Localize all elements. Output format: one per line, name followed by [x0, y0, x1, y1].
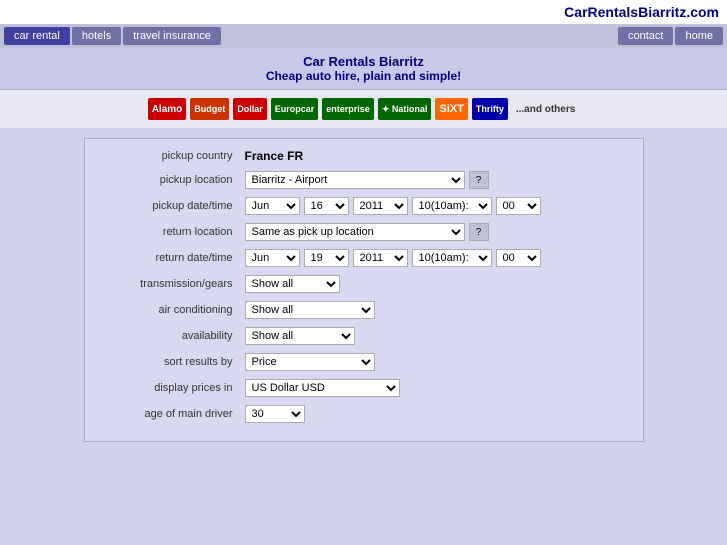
brand-sixt[interactable]: SiXT	[435, 98, 467, 120]
brand-enterprise[interactable]: enterprise	[322, 98, 374, 120]
currency-select[interactable]: US Dollar USD	[245, 379, 400, 397]
return-day-select[interactable]: 19	[304, 249, 349, 267]
pickup-location-row: pickup location Biarritz - Airport ?	[100, 171, 628, 189]
pickup-datetime-label: pickup date/time	[100, 200, 245, 212]
nav-right: contact home	[618, 27, 723, 45]
pickup-country-row: pickup country France FR	[100, 149, 628, 163]
sort-row: sort results by Price	[100, 353, 628, 371]
sort-select[interactable]: Price	[245, 353, 375, 371]
nav-left: car rental hotels travel insurance	[4, 27, 616, 45]
brand-others: ...and others	[512, 98, 579, 120]
return-hour-select[interactable]: 10(10am):	[412, 249, 492, 267]
transmission-row: transmission/gears Show all	[100, 275, 628, 293]
return-year-select[interactable]: 2011	[353, 249, 408, 267]
transmission-select[interactable]: Show all	[245, 275, 340, 293]
brand-budget[interactable]: Budget	[190, 98, 229, 120]
return-datetime-controls: Jun 19 2011 10(10am): 00	[245, 249, 628, 267]
availability-label: availability	[100, 330, 245, 342]
nav-tab-hotels[interactable]: hotels	[72, 27, 121, 45]
return-location-label: return location	[100, 226, 245, 238]
pickup-location-label: pickup location	[100, 174, 245, 186]
nav-bar: car rental hotels travel insurance conta…	[0, 24, 727, 48]
brands-bar: Alamo Budget Dollar Europcar enterprise …	[0, 90, 727, 128]
pickup-datetime-row: pickup date/time Jun 16 2011 10(10am): 0…	[100, 197, 628, 215]
pickup-location-info-button[interactable]: ?	[469, 171, 489, 189]
age-label: age of main driver	[100, 408, 245, 420]
pickup-year-select[interactable]: 2011	[353, 197, 408, 215]
ac-label: air conditioning	[100, 304, 245, 316]
return-datetime-row: return date/time Jun 19 2011 10(10am): 0…	[100, 249, 628, 267]
currency-label: display prices in	[100, 382, 245, 394]
nav-tab-contact[interactable]: contact	[618, 27, 673, 45]
site-subtitle: Cheap auto hire, plain and simple!	[0, 69, 727, 83]
availability-row: availability Show all	[100, 327, 628, 345]
pickup-day-select[interactable]: 16	[304, 197, 349, 215]
return-location-controls: Same as pick up location ?	[245, 223, 628, 241]
pickup-country-label: pickup country	[100, 150, 245, 162]
return-location-select[interactable]: Same as pick up location	[245, 223, 465, 241]
return-month-select[interactable]: Jun	[245, 249, 300, 267]
pickup-datetime-controls: Jun 16 2011 10(10am): 00	[245, 197, 628, 215]
pickup-min-select[interactable]: 00	[496, 197, 541, 215]
ac-controls: Show all	[245, 301, 628, 319]
ac-row: air conditioning Show all	[100, 301, 628, 319]
nav-tab-home[interactable]: home	[675, 27, 723, 45]
pickup-country-value: France FR	[245, 149, 304, 163]
pickup-month-select[interactable]: Jun	[245, 197, 300, 215]
age-row: age of main driver 30	[100, 405, 628, 423]
main-content: pickup country France FR pickup location…	[0, 128, 727, 452]
brand-europcar[interactable]: Europcar	[271, 98, 319, 120]
return-location-info-button[interactable]: ?	[469, 223, 489, 241]
age-controls: 30	[245, 405, 628, 423]
nav-tab-car-rental[interactable]: car rental	[4, 27, 70, 45]
return-location-row: return location Same as pick up location…	[100, 223, 628, 241]
pickup-location-controls: Biarritz - Airport ?	[245, 171, 628, 189]
nav-tab-travel-insurance[interactable]: travel insurance	[123, 27, 221, 45]
sort-controls: Price	[245, 353, 628, 371]
return-datetime-label: return date/time	[100, 252, 245, 264]
site-domain: CarRentalsBiarritz.com	[0, 0, 727, 24]
brand-dollar[interactable]: Dollar	[233, 98, 267, 120]
availability-controls: Show all	[245, 327, 628, 345]
pickup-location-select[interactable]: Biarritz - Airport	[245, 171, 465, 189]
pickup-hour-select[interactable]: 10(10am):	[412, 197, 492, 215]
brand-national[interactable]: ✦ National	[378, 98, 432, 120]
sort-label: sort results by	[100, 356, 245, 368]
return-min-select[interactable]: 00	[496, 249, 541, 267]
ac-select[interactable]: Show all	[245, 301, 375, 319]
site-title: Car Rentals Biarritz	[0, 54, 727, 69]
brand-alamo[interactable]: Alamo	[148, 98, 187, 120]
availability-select[interactable]: Show all	[245, 327, 355, 345]
pickup-country-controls: France FR	[245, 149, 628, 163]
search-form: pickup country France FR pickup location…	[84, 138, 644, 442]
age-select[interactable]: 30	[245, 405, 305, 423]
transmission-label: transmission/gears	[100, 278, 245, 290]
currency-controls: US Dollar USD	[245, 379, 628, 397]
domain-text: CarRentalsBiarritz.com	[564, 4, 719, 20]
currency-row: display prices in US Dollar USD	[100, 379, 628, 397]
brand-thrifty[interactable]: Thrifty	[472, 98, 508, 120]
transmission-controls: Show all	[245, 275, 628, 293]
site-header: Car Rentals Biarritz Cheap auto hire, pl…	[0, 48, 727, 90]
